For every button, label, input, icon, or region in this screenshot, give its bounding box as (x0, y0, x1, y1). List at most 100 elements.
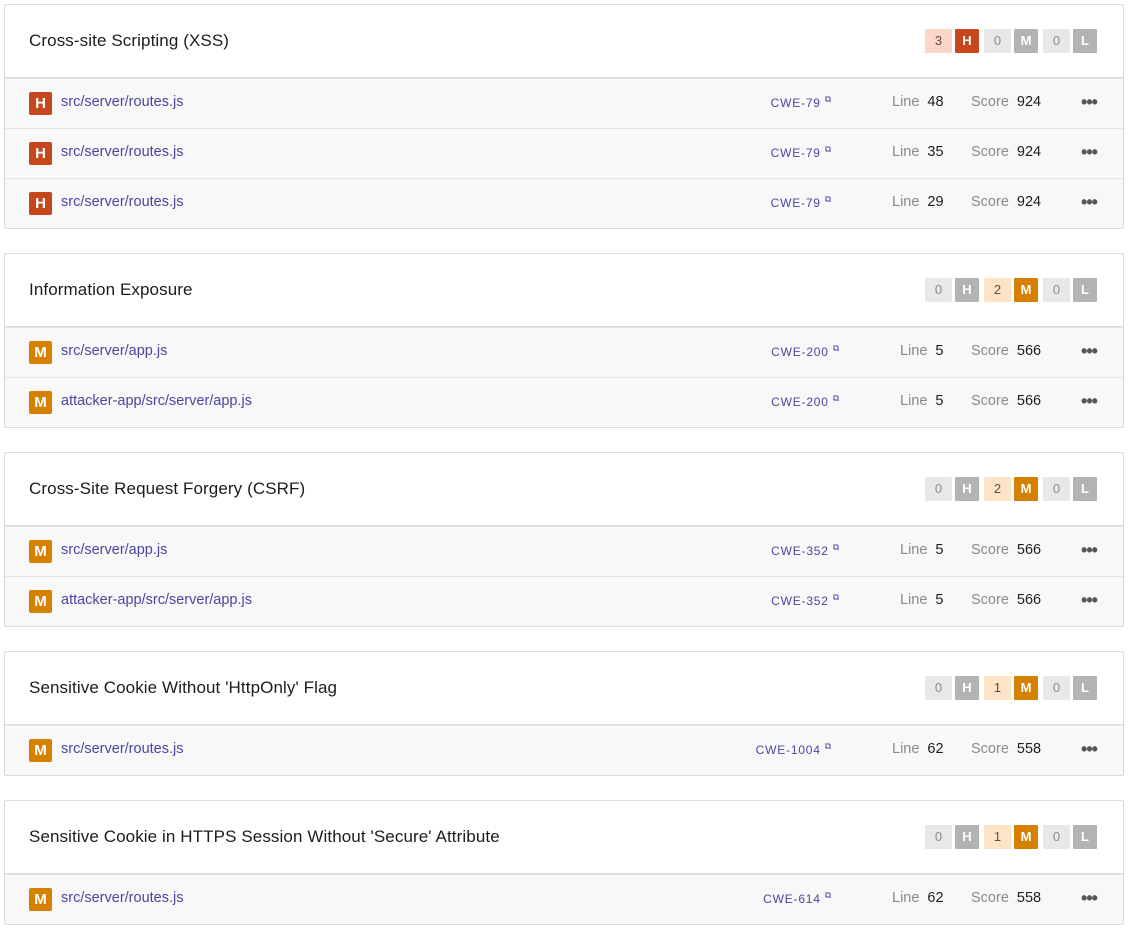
file-path-link[interactable]: src/server/routes.js (61, 94, 183, 110)
issue-group-header[interactable]: Sensitive Cookie Without 'HttpOnly' Flag… (5, 652, 1123, 725)
severity-count-low: 0 (1043, 29, 1070, 53)
line-label: Line (900, 343, 928, 359)
line-value: 5 (935, 343, 944, 359)
severity-badge-medium: M (1014, 278, 1038, 302)
severity-count-medium: 1 (984, 676, 1011, 700)
severity-icon: M (29, 341, 52, 364)
cwe-link[interactable]: CWE-352 ⧉ (771, 542, 840, 558)
line-number: Line 5 (900, 343, 944, 359)
severity-count-high: 0 (925, 825, 952, 849)
severity-count-high: 0 (925, 278, 952, 302)
cwe-label: CWE-614 (763, 892, 821, 906)
score-label: Score (971, 343, 1009, 359)
severity-counts: 0H1M0L (925, 825, 1099, 849)
severity-count-high: 0 (925, 477, 952, 501)
external-link-icon: ⧉ (824, 741, 832, 751)
score-value: 558 (1016, 890, 1042, 906)
issue-group: Sensitive Cookie in HTTPS Session Withou… (4, 800, 1124, 925)
cwe-label: CWE-200 (771, 345, 829, 359)
cwe-link[interactable]: CWE-200 ⧉ (771, 393, 840, 409)
issue-group-header[interactable]: Cross-site Scripting (XSS) 3 H 0 M 0 L (5, 5, 1123, 78)
more-options-icon[interactable]: ••• (1076, 392, 1102, 410)
score-label: Score (971, 393, 1009, 409)
more-options-icon[interactable]: ••• (1076, 193, 1102, 211)
line-number: Line 62 (892, 890, 944, 906)
more-options-icon[interactable]: ••• (1076, 93, 1102, 111)
severity-count-high: 0 (925, 676, 952, 700)
score-value: 924 (1016, 94, 1042, 110)
line-number: Line 62 (892, 741, 944, 757)
issue-row[interactable]: Hsrc/server/routes.js CWE-79 ⧉ Line 35 Score 9… (5, 128, 1123, 178)
severity-count-medium: 0 (984, 29, 1011, 53)
cwe-link[interactable]: CWE-79 ⧉ (771, 144, 832, 160)
file-path-link[interactable]: src/server/routes.js (61, 194, 183, 210)
severity-badge-low: L (1073, 676, 1097, 700)
score-label: Score (971, 741, 1009, 757)
severity-badge-low: L (1073, 825, 1097, 849)
issue-group-header[interactable]: Cross-Site Request Forgery (CSRF) 0 H 2 M 0 L (5, 453, 1123, 526)
issue-list: Cross-site Scripting (XSS) 3 H 0 M 0 L Hsrc/ser… (0, 0, 1137, 925)
file-path-link[interactable]: src/server/routes.js (61, 741, 183, 757)
file-path-link[interactable]: src/server/routes.js (61, 890, 183, 906)
line-value: 5 (935, 393, 944, 409)
cwe-label: CWE-352 (771, 544, 829, 558)
severity-badge-medium: M (1014, 825, 1038, 849)
file-path-link[interactable]: src/server/app.js (61, 343, 167, 359)
issue-row[interactable]: Msrc/server/routes.js CWE-614 ⧉ Line 62 Score… (5, 874, 1123, 924)
file-path-link[interactable]: src/server/routes.js (61, 144, 183, 160)
severity-icon: M (29, 739, 52, 762)
issue-row[interactable]: Mattacker-app/src/server/app.js CWE-352 ⧉ L… (5, 576, 1123, 626)
issue-row[interactable]: Mattacker-app/src/server/app.js CWE-200 ⧉ L… (5, 377, 1123, 427)
severity-badge-high: H (955, 477, 979, 501)
cwe-link[interactable]: CWE-1004 ⧉ (756, 741, 832, 757)
external-link-icon: ⧉ (832, 542, 840, 552)
issue-row[interactable]: Msrc/server/app.js CWE-200 ⧉ Line 5 Score 566 •… (5, 327, 1123, 377)
cwe-link[interactable]: CWE-352 ⧉ (771, 592, 840, 608)
severity-icon: H (29, 92, 52, 115)
issue-group-title: Cross-site Scripting (XSS) (29, 31, 230, 50)
cwe-link[interactable]: CWE-200 ⧉ (771, 343, 840, 359)
severity-badge-high: H (955, 676, 979, 700)
line-value: 62 (927, 890, 944, 906)
severity-badge-low: L (1073, 278, 1097, 302)
more-options-icon[interactable]: ••• (1076, 541, 1102, 559)
more-options-icon[interactable]: ••• (1076, 889, 1102, 907)
more-options-icon[interactable]: ••• (1076, 342, 1102, 360)
external-link-icon: ⧉ (824, 890, 832, 900)
priority-score: Score 558 (971, 741, 1041, 757)
cwe-link[interactable]: CWE-79 ⧉ (771, 194, 832, 210)
file-path-link[interactable]: attacker-app/src/server/app.js (61, 592, 252, 608)
more-options-icon[interactable]: ••• (1076, 143, 1102, 161)
more-options-icon[interactable]: ••• (1076, 591, 1102, 609)
more-options-icon[interactable]: ••• (1076, 740, 1102, 758)
issue-row[interactable]: Hsrc/server/routes.js CWE-79 ⧉ Line 48 Score 9… (5, 78, 1123, 128)
line-value: 5 (935, 592, 944, 608)
severity-icon: M (29, 391, 52, 414)
file-path-link[interactable]: attacker-app/src/server/app.js (61, 393, 252, 409)
external-link-icon: ⧉ (824, 144, 832, 154)
severity-badge-medium: M (1014, 676, 1038, 700)
line-value: 35 (927, 144, 944, 160)
file-path-link[interactable]: src/server/app.js (61, 542, 167, 558)
severity-counts: 0H1M0L (925, 676, 1099, 700)
issue-group-header[interactable]: Information Exposure 0 H 2 M 0 L (5, 254, 1123, 327)
cwe-link[interactable]: CWE-79 ⧉ (771, 94, 832, 110)
score-label: Score (971, 194, 1009, 210)
issue-row[interactable]: Msrc/server/routes.js CWE-1004 ⧉ Line 62 Scor… (5, 725, 1123, 775)
cwe-label: CWE-1004 (755, 743, 821, 757)
external-link-icon: ⧉ (832, 592, 840, 602)
line-number: Line 35 (892, 144, 944, 160)
cwe-link[interactable]: CWE-614 ⧉ (763, 890, 832, 906)
severity-badge-low: L (1073, 29, 1097, 53)
issue-group-title: Information Exposure (29, 280, 193, 299)
issue-group-header[interactable]: Sensitive Cookie in HTTPS Session Withou… (5, 801, 1123, 874)
issue-row[interactable]: Hsrc/server/routes.js CWE-79 ⧉ Line 29 Score 9… (5, 178, 1123, 228)
line-number: Line 5 (900, 393, 944, 409)
line-value: 29 (927, 194, 944, 210)
priority-score: Score 924 (971, 144, 1041, 160)
severity-icon: H (29, 142, 52, 165)
line-label: Line (892, 890, 920, 906)
issue-row[interactable]: Msrc/server/app.js CWE-352 ⧉ Line 5 Score 566 •… (5, 526, 1123, 576)
line-label: Line (892, 144, 920, 160)
severity-badge-high: H (955, 825, 979, 849)
